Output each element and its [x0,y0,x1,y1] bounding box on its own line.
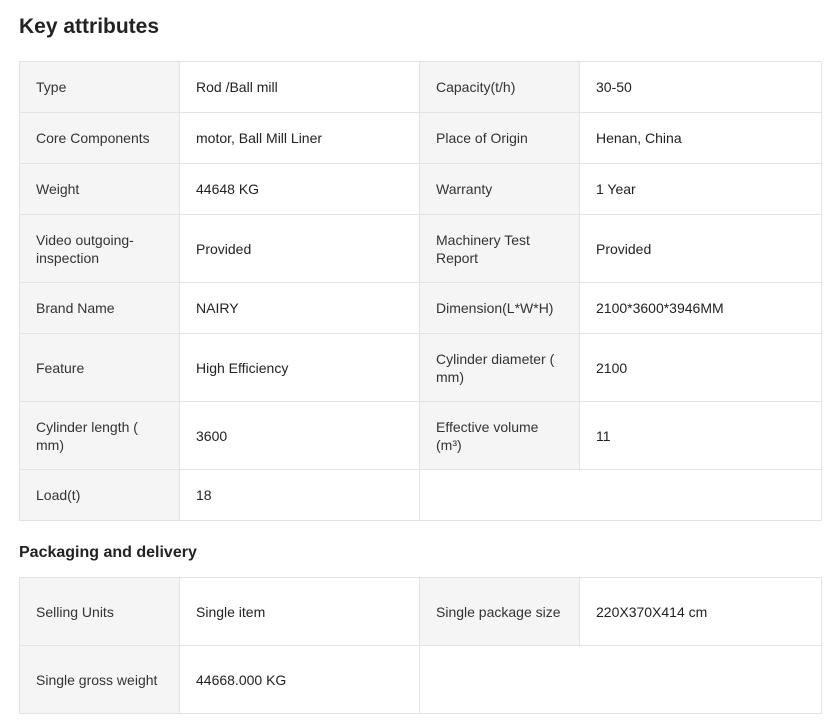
table-row: Feature High Efficiency Cylinder diamete… [19,333,822,402]
packaging-title: Packaging and delivery [19,544,197,561]
attribute-label: Core Components [19,112,180,164]
table-row: Weight 44648 KG Warranty 1 Year [19,163,822,215]
attribute-value: Single item [179,577,420,646]
attribute-label: Place of Origin [419,112,580,164]
table-row: Load(t) 18 [19,469,822,521]
attribute-value: motor, Ball Mill Liner [179,112,420,164]
table-row: Single gross weight 44668.000 KG [19,645,822,714]
attribute-value: Provided [179,214,420,283]
attribute-value: 44668.000 KG [179,645,420,714]
attribute-label: Warranty [419,163,580,215]
attribute-value: High Efficiency [179,333,420,402]
attribute-value: Rod /Ball mill [179,61,420,113]
table-row: Video outgoing-inspection Provided Machi… [19,214,822,283]
key-attributes-table: Type Rod /Ball mill Capacity(t/h) 30-50 … [19,61,822,521]
key-attributes-title: Key attributes [19,15,160,38]
attribute-label: Type [19,61,180,113]
attribute-value: 1 Year [579,163,822,215]
attribute-label: Single package size [419,577,580,646]
table-row: Brand Name NAIRY Dimension(L*W*H) 2100*3… [19,282,822,334]
table-row: Selling Units Single item Single package… [19,577,822,646]
table-row: Type Rod /Ball mill Capacity(t/h) 30-50 [19,61,822,113]
attribute-label: Brand Name [19,282,180,334]
attribute-value: Henan, China [579,112,822,164]
empty-cell [419,469,822,521]
attribute-value: 2100 [579,333,822,402]
attribute-value: 220X370X414 cm [579,577,822,646]
attribute-value: 18 [179,469,420,521]
packaging-table: Selling Units Single item Single package… [19,577,822,714]
attribute-value: 11 [579,401,822,470]
attribute-label: Single gross weight [19,645,180,714]
attribute-label: Cylinder diameter ( mm) [419,333,580,402]
empty-cell [419,645,822,714]
attribute-value: Provided [579,214,822,283]
attribute-label: Machinery Test Report [419,214,580,283]
attribute-label: Dimension(L*W*H) [419,282,580,334]
attribute-label: Capacity(t/h) [419,61,580,113]
attribute-value: 44648 KG [179,163,420,215]
attribute-label: Feature [19,333,180,402]
attribute-value: 30-50 [579,61,822,113]
attribute-label: Load(t) [19,469,180,521]
attribute-value: 2100*3600*3946MM [579,282,822,334]
attribute-label: Cylinder length ( mm) [19,401,180,470]
attribute-value: 3600 [179,401,420,470]
attribute-value: NAIRY [179,282,420,334]
table-row: Core Components motor, Ball Mill Liner P… [19,112,822,164]
attribute-label: Weight [19,163,180,215]
attribute-label: Selling Units [19,577,180,646]
attribute-label: Effective volume (m³) [419,401,580,470]
table-row: Cylinder length ( mm) 3600 Effective vol… [19,401,822,470]
attribute-label: Video outgoing-inspection [19,214,180,283]
product-attributes-page: Key attributes Type Rod /Ball mill Capac… [0,0,835,720]
